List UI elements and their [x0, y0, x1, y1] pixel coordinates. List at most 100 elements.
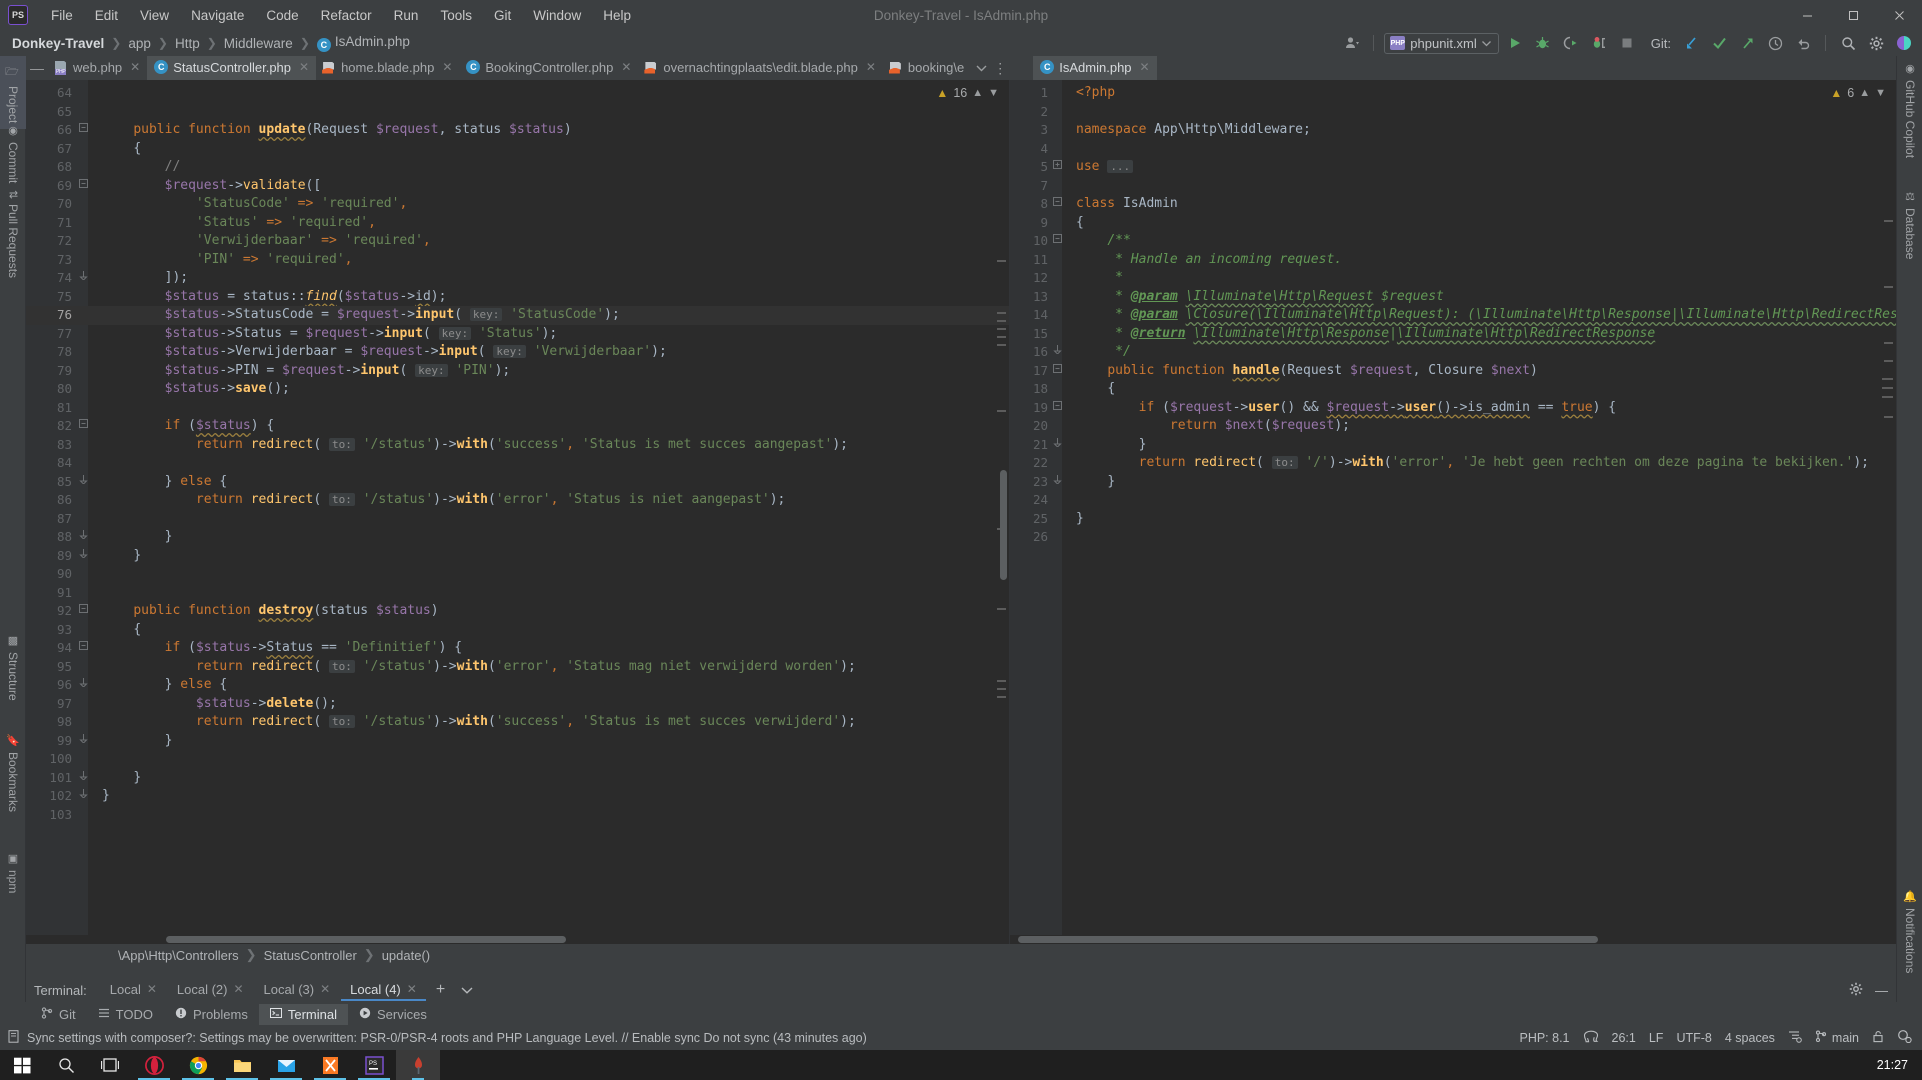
fold-marker[interactable]: [78, 473, 88, 492]
mail-icon[interactable]: [264, 1050, 308, 1080]
editor-pane-right[interactable]: ▲ 6 ▲ ▼ 1 <?php 2 3 namespace App\Http\Middl…: [1010, 80, 1896, 944]
code-line[interactable]: 65: [26, 103, 1009, 122]
next-problem-icon[interactable]: ▼: [988, 87, 999, 99]
code-line[interactable]: 18 {: [1010, 380, 1896, 399]
profile-button[interactable]: [1587, 32, 1611, 54]
menu-file[interactable]: File: [40, 4, 84, 27]
code-line[interactable]: 25}: [1010, 510, 1896, 529]
code-line[interactable]: 86 return redirect( to: '/status')->with…: [26, 491, 1009, 510]
terminal-taskbar-icon[interactable]: [396, 1050, 440, 1080]
close-icon[interactable]: ✕: [621, 60, 631, 74]
file-explorer-icon[interactable]: [220, 1050, 264, 1080]
bottom-tab-problems[interactable]: Problems: [164, 1004, 259, 1025]
hide-tool-window-icon[interactable]: —: [1875, 983, 1888, 998]
bottom-tab-terminal[interactable]: Terminal: [258, 1003, 348, 1025]
code-line[interactable]: 98 return redirect( to: '/status')->with…: [26, 713, 1009, 732]
phpstorm-icon[interactable]: PS: [352, 1050, 396, 1080]
tab-options-icon[interactable]: ⋮: [991, 56, 1009, 80]
encoding-widget[interactable]: UTF-8: [1676, 1031, 1711, 1045]
code-line[interactable]: 4: [1010, 140, 1896, 159]
code-line[interactable]: 84: [26, 454, 1009, 473]
tab-booking-e[interactable]: booking\e: [883, 56, 971, 80]
close-icon[interactable]: ✕: [320, 982, 330, 996]
code-line[interactable]: 5 use ...: [1010, 158, 1896, 177]
minimize-button[interactable]: [1784, 0, 1830, 30]
fold-marker[interactable]: [1052, 158, 1062, 177]
breadcrumb-app[interactable]: app: [124, 34, 155, 53]
code-line[interactable]: 76 $status->StatusCode = $request->input…: [26, 306, 1009, 325]
menu-tools[interactable]: Tools: [429, 4, 483, 27]
fold-marker[interactable]: [78, 602, 88, 621]
php-version-widget[interactable]: PHP: 8.1: [1519, 1031, 1569, 1045]
fold-marker[interactable]: [1052, 232, 1062, 251]
code-line[interactable]: 3 namespace App\Http\Middleware;: [1010, 121, 1896, 140]
code-line[interactable]: 97 $status->delete();: [26, 695, 1009, 714]
history-clock-icon[interactable]: [1763, 32, 1787, 54]
lock-icon[interactable]: [1872, 1030, 1884, 1046]
fold-marker[interactable]: [78, 639, 88, 658]
code-line[interactable]: 87: [26, 510, 1009, 529]
code-content-right[interactable]: 1 <?php 2 3 namespace App\Http\Middleware; 4 5…: [1010, 80, 1896, 944]
indent-settings-icon[interactable]: [1788, 1030, 1802, 1046]
close-icon[interactable]: ✕: [442, 60, 452, 74]
tab-overnachtingplaats-edit-blade-php[interactable]: overnachtingplaats\edit.blade.php ✕: [638, 56, 883, 80]
code-line[interactable]: 96 } else {: [26, 676, 1009, 695]
xampp-icon[interactable]: [308, 1050, 352, 1080]
branch-widget[interactable]: main: [1815, 1030, 1859, 1046]
menu-window[interactable]: Window: [522, 4, 592, 27]
run-button[interactable]: [1503, 32, 1527, 54]
close-icon[interactable]: ✕: [1140, 60, 1150, 74]
close-icon[interactable]: ✕: [130, 60, 140, 74]
fold-marker[interactable]: [78, 121, 88, 140]
code-line[interactable]: 95 return redirect( to: '/status')->with…: [26, 658, 1009, 677]
search-everywhere-icon[interactable]: [1836, 32, 1860, 54]
fold-marker[interactable]: [78, 732, 88, 751]
code-line[interactable]: 9{: [1010, 214, 1896, 233]
fold-marker[interactable]: [1052, 195, 1062, 214]
close-button[interactable]: [1876, 0, 1922, 30]
horizontal-scrollbar-left[interactable]: [26, 935, 1009, 944]
fold-marker[interactable]: [78, 787, 88, 806]
fold-marker[interactable]: [78, 676, 88, 695]
code-line[interactable]: 16 */: [1010, 343, 1896, 362]
code-line[interactable]: 70 'StatusCode' => 'required',: [26, 195, 1009, 214]
sidebar-item-notifications[interactable]: 🔔 Notifications: [1897, 884, 1922, 980]
close-icon[interactable]: ✕: [299, 60, 309, 74]
terminal-tab-local-3[interactable]: Local (3) ✕: [255, 980, 340, 1001]
run-configuration-selector[interactable]: PHP phpunit.xml: [1384, 32, 1499, 54]
tab-isadmin-php[interactable]: C IsAdmin.php ✕: [1033, 56, 1157, 80]
code-line[interactable]: 101 }: [26, 769, 1009, 788]
code-line[interactable]: 79 $status->PIN = $request->input( key: …: [26, 362, 1009, 381]
line-separator-widget[interactable]: LF: [1649, 1031, 1664, 1045]
code-line[interactable]: 99 }: [26, 732, 1009, 751]
indent-widget[interactable]: 4 spaces: [1725, 1031, 1775, 1045]
fold-marker[interactable]: [78, 769, 88, 788]
maximize-button[interactable]: [1830, 0, 1876, 30]
fold-marker[interactable]: [1052, 399, 1062, 418]
code-line[interactable]: 67 {: [26, 140, 1009, 159]
breadcrumb-project[interactable]: Donkey-Travel: [8, 34, 108, 53]
code-line[interactable]: 19 if ($request->user() && $request->use…: [1010, 399, 1896, 418]
menu-navigate[interactable]: Navigate: [180, 4, 255, 27]
chrome-icon[interactable]: [176, 1050, 220, 1080]
code-line[interactable]: 90: [26, 565, 1009, 584]
code-line[interactable]: 14 * @param \Closure(\Illuminate\Http\Re…: [1010, 306, 1896, 325]
push-icon[interactable]: [1735, 32, 1759, 54]
new-terminal-tab-button[interactable]: +: [428, 981, 453, 999]
code-content-left[interactable]: 64 65 66 public function update(Request $r…: [26, 80, 1009, 944]
sidebar-item-structure[interactable]: ▩ Structure: [0, 628, 26, 707]
code-line[interactable]: 10 /**: [1010, 232, 1896, 251]
code-line[interactable]: 83 return redirect( to: '/status')->with…: [26, 436, 1009, 455]
code-line[interactable]: 26: [1010, 528, 1896, 547]
code-line[interactable]: 7: [1010, 177, 1896, 196]
code-line[interactable]: 2: [1010, 103, 1896, 122]
code-line[interactable]: 17 public function handle(Request $reque…: [1010, 362, 1896, 381]
hide-tabs-icon[interactable]: —: [26, 56, 48, 80]
sidebar-item-github-copilot[interactable]: ◉ GitHub Copilot: [1897, 56, 1922, 164]
terminal-tab-local-2[interactable]: Local (2) ✕: [168, 980, 253, 1001]
sidebar-item-pull-requests[interactable]: ⇅ Pull Requests: [0, 184, 26, 284]
update-project-icon[interactable]: [1679, 32, 1703, 54]
bottom-tab-todo[interactable]: TODO: [87, 1004, 164, 1025]
code-line[interactable]: 92 public function destroy(status $statu…: [26, 602, 1009, 621]
code-line[interactable]: 11 * Handle an incoming request.: [1010, 251, 1896, 270]
